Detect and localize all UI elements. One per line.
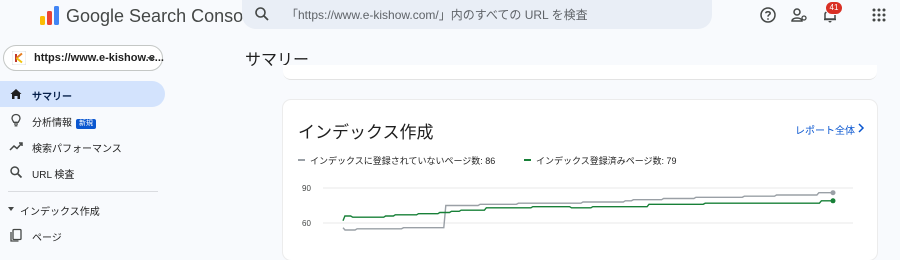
property-url: https://www.e-kishow.c... <box>34 52 164 64</box>
apps-grid-icon[interactable] <box>870 6 888 24</box>
sidebar-divider <box>8 191 158 192</box>
property-selector[interactable]: https://www.e-kishow.c... <box>3 45 164 71</box>
lightbulb-icon <box>11 113 21 127</box>
indexing-line-chart[interactable] <box>323 180 863 260</box>
user-settings-icon[interactable] <box>790 6 808 24</box>
notification-count-badge: 41 <box>825 1 843 15</box>
indexing-card: インデックス作成 レポート全体 インデックスに登録されていないページ数: 86 … <box>283 100 877 260</box>
sidebar-section-label: インデックス作成 <box>20 207 100 218</box>
sidebar-item-label: ページ <box>32 233 62 244</box>
sidebar-item-summary[interactable]: サマリー <box>0 81 165 107</box>
sidebar-item-label: URL 検査 <box>32 170 75 181</box>
y-tick-label: 60 <box>302 219 311 228</box>
property-favicon-icon <box>12 51 26 65</box>
top-bar: Google Search Console 41 <box>0 0 900 30</box>
legend-label: インデックス登録済みページ数: 79 <box>536 156 677 166</box>
sidebar-item-pages[interactable]: ページ <box>0 222 165 248</box>
card-title: インデックス作成 <box>298 123 434 142</box>
new-badge: 新規 <box>76 119 96 129</box>
url-inspection-search-bar[interactable] <box>242 0 712 29</box>
search-icon <box>255 7 269 21</box>
home-icon <box>10 89 22 99</box>
legend-swatch <box>524 159 531 161</box>
trending-icon <box>9 142 23 151</box>
app-title[interactable]: Google Search Console <box>66 6 257 27</box>
sidebar-item-url-inspection[interactable]: URL 検査 <box>0 159 165 185</box>
series-line-not-indexed <box>342 191 833 231</box>
search-icon <box>10 166 23 179</box>
sidebar-item-label: 分析情報 <box>32 118 72 129</box>
series-end-point-not-indexed <box>830 190 836 196</box>
chevron-right-icon[interactable] <box>857 123 865 133</box>
full-report-link[interactable]: レポート全体 <box>795 122 855 137</box>
series-line-indexed <box>342 200 833 221</box>
help-icon[interactable] <box>759 6 777 24</box>
legend-swatch <box>298 159 305 161</box>
sidebar-item-label: 検索パフォーマンス <box>32 144 122 155</box>
legend-label: インデックスに登録されていないページ数: 86 <box>310 156 496 166</box>
sidebar-item-performance[interactable]: 検索パフォーマンス <box>0 133 165 159</box>
chevron-down-icon <box>147 57 155 61</box>
sidebar-item-insights[interactable]: 分析情報 新規 <box>0 107 165 133</box>
previous-card-edge <box>283 65 877 80</box>
y-tick-label: 90 <box>302 184 311 193</box>
series-end-point-indexed <box>830 198 836 204</box>
url-inspection-input[interactable] <box>286 0 696 29</box>
search-console-logo-icon[interactable] <box>38 4 62 26</box>
sidebar-section-indexing[interactable]: インデックス作成 <box>0 200 165 220</box>
pages-icon <box>10 228 22 242</box>
sidebar-item-label: サマリー <box>32 92 72 103</box>
collapse-arrow-icon <box>8 207 14 211</box>
